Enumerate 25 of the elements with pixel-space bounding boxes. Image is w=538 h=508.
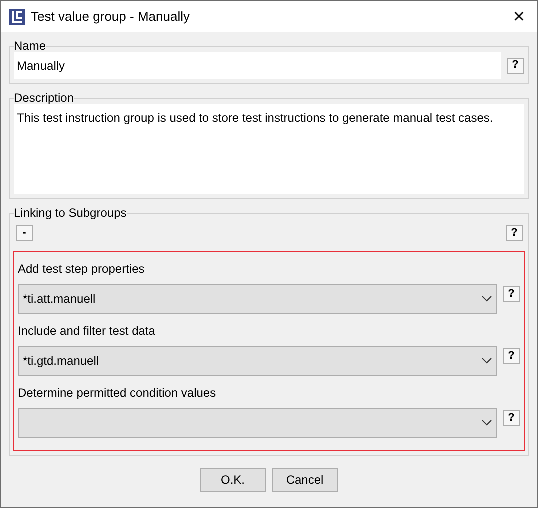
close-button[interactable]: × xyxy=(509,6,529,26)
field-label: Add test step properties xyxy=(18,261,146,278)
dropdown[interactable] xyxy=(18,408,497,438)
dropdown[interactable]: *ti.att.manuell xyxy=(18,284,497,314)
field-label: Determine permitted condition values xyxy=(18,385,218,402)
chevron-down-icon xyxy=(482,420,492,426)
help-button[interactable]: ? xyxy=(507,58,524,74)
help-button[interactable]: ? xyxy=(503,286,520,302)
window-title: Test value group - Manually xyxy=(31,8,191,26)
chevron-down-icon xyxy=(482,296,492,302)
ok-button[interactable]: O.K. xyxy=(200,468,266,492)
app-logo-icon xyxy=(9,8,25,24)
field-label: Linking to Subgroups xyxy=(14,207,127,219)
field-label: Include and filter test data xyxy=(18,323,156,340)
dropdown[interactable]: *ti.gtd.manuell xyxy=(18,346,497,376)
field-label: Name xyxy=(14,40,46,52)
help-button[interactable]: ? xyxy=(503,410,520,426)
cancel-button[interactable]: Cancel xyxy=(272,468,338,492)
help-button[interactable]: ? xyxy=(506,225,523,241)
chevron-down-icon xyxy=(482,358,492,364)
name-field[interactable]: Manually xyxy=(14,52,501,79)
help-button[interactable]: ? xyxy=(503,348,520,364)
remove-button[interactable]: - xyxy=(16,225,33,241)
description-field[interactable]: This test instruction group is used to store test instructions to generate manual test cases. xyxy=(14,104,524,194)
field-label: Description xyxy=(14,92,74,104)
